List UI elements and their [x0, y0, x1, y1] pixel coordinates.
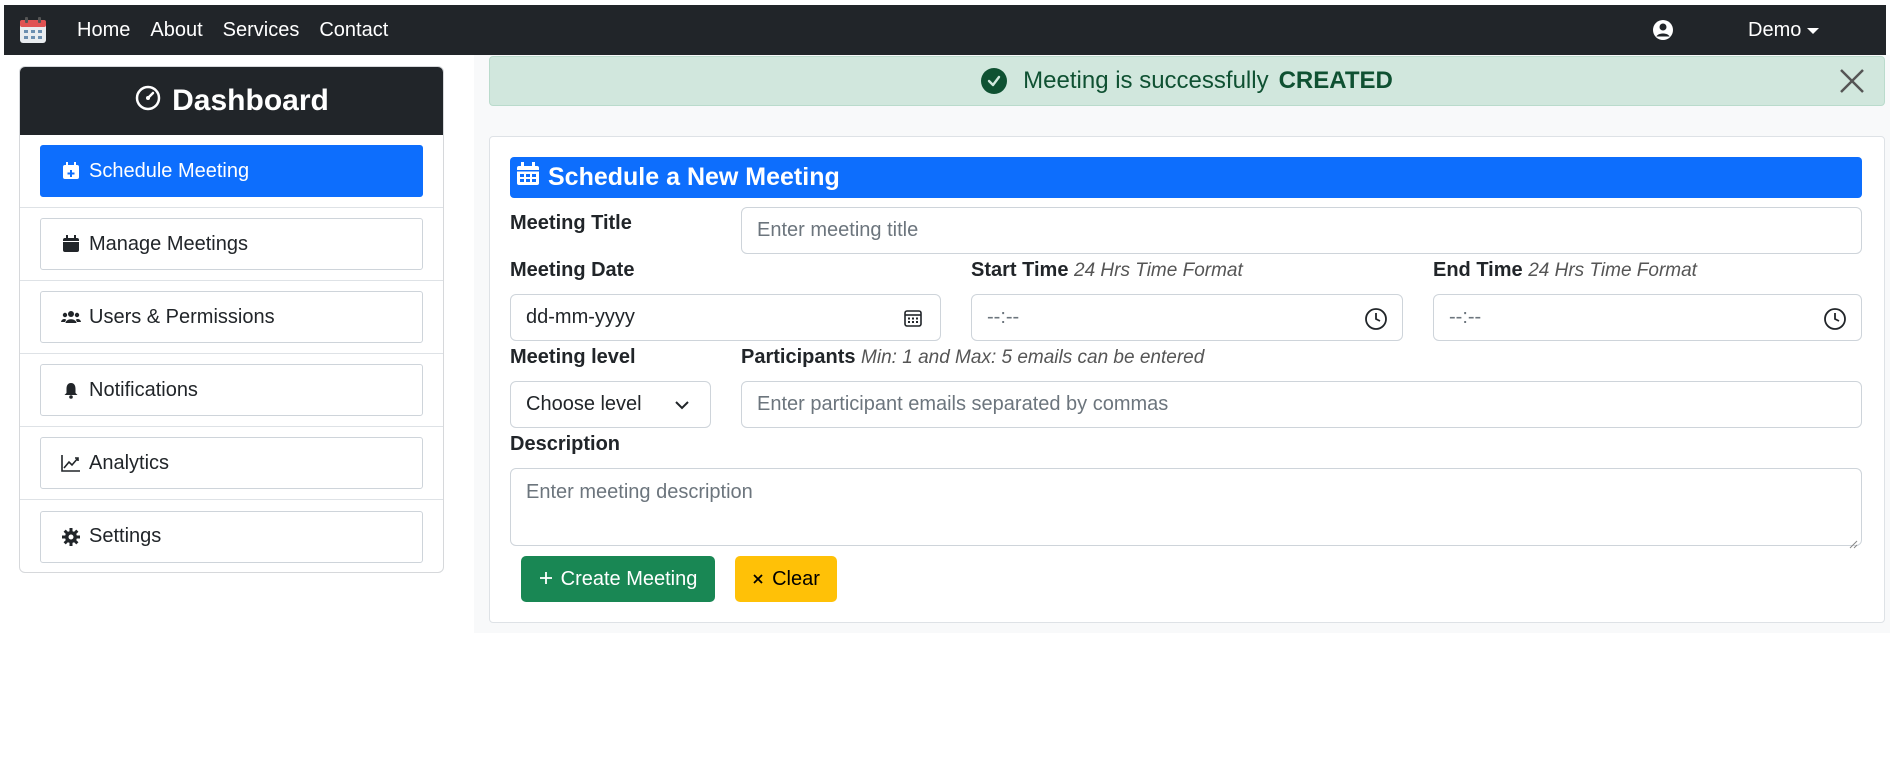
sidebar-title: Dashboard	[172, 84, 329, 117]
success-alert: Meeting is successfully CREATED	[489, 56, 1885, 106]
clear-label: Clear	[772, 567, 820, 590]
sidebar-item-label: Notifications	[89, 378, 198, 401]
nav-contact-link[interactable]: Contact	[309, 5, 398, 55]
end-time-hint: 24 Hrs Time Format	[1528, 260, 1697, 281]
schedule-meeting-card: Schedule a New Meeting Meeting Title Ent…	[489, 136, 1885, 623]
user-circle-icon[interactable]	[1652, 19, 1674, 41]
calendar-picker-icon[interactable]	[902, 307, 924, 329]
start-time-label: Start Time 24 Hrs Time Format	[971, 259, 1243, 281]
sidebar-item-label: Settings	[89, 525, 162, 547]
description-label: Description	[510, 433, 621, 455]
participants-label: Participants Min: 1 and Max: 5 emails ca…	[741, 346, 1205, 368]
description-textarea[interactable]: Enter meeting description	[510, 468, 1862, 549]
meeting-level-label: Meeting level	[510, 346, 636, 368]
check-circle-icon	[981, 68, 1008, 94]
description-placeholder: Enter meeting description	[526, 481, 753, 503]
meeting-level-select[interactable]: Choose level	[510, 381, 711, 428]
close-icon[interactable]	[1836, 65, 1868, 97]
end-time-input[interactable]: --:--	[1433, 294, 1862, 341]
meeting-title-input[interactable]: Enter meeting title	[741, 207, 1862, 254]
create-meeting-label: Create Meeting	[560, 567, 698, 590]
clock-icon[interactable]	[1364, 307, 1387, 330]
sidebar-item-notifications[interactable]: Notifications	[40, 364, 423, 416]
chevron-down-icon	[672, 395, 694, 417]
nav-services-link[interactable]: Services	[213, 5, 310, 55]
sidebar-item-users-permissions[interactable]: Users & Permissions	[40, 291, 423, 343]
sidebar-row: Users & Permissions	[20, 281, 443, 354]
create-meeting-button[interactable]: Create Meeting	[521, 556, 715, 602]
start-time-hint: 24 Hrs Time Format	[1074, 260, 1243, 281]
nav-about-link[interactable]: About	[140, 5, 212, 55]
calendar-plus-icon	[61, 161, 81, 181]
sidebar-row: Notifications	[20, 354, 443, 427]
participants-hint: Min: 1 and Max: 5 emails can be entered	[861, 347, 1205, 368]
x-icon	[752, 568, 764, 591]
user-dropdown[interactable]: Demo	[1748, 5, 1820, 55]
clock-icon[interactable]	[1823, 307, 1846, 330]
sidebar-item-label: Schedule Meeting	[89, 159, 250, 182]
sidebar-item-settings[interactable]: Settings	[40, 510, 423, 563]
gear-icon	[61, 527, 81, 547]
bell-icon	[61, 380, 81, 400]
alert-message: Meeting is successfully	[1023, 67, 1269, 94]
chart-line-icon	[61, 453, 81, 473]
form-title: Schedule a New Meeting	[548, 163, 840, 191]
participants-placeholder: Enter participant emails separated by co…	[757, 393, 1169, 415]
sidebar-item-analytics[interactable]: Analytics	[40, 437, 423, 489]
gauge-icon	[134, 83, 162, 119]
participants-input[interactable]: Enter participant emails separated by co…	[741, 381, 1862, 428]
nav-home-link[interactable]: Home	[67, 5, 140, 55]
users-icon	[61, 307, 81, 327]
plus-icon	[539, 568, 553, 591]
start-time-input[interactable]: --:--	[971, 294, 1403, 341]
sidebar-row: Manage Meetings	[20, 208, 443, 281]
start-time-value: --:--	[987, 306, 1020, 328]
alert-emphasis: CREATED	[1278, 67, 1393, 94]
sidebar-item-label: Users & Permissions	[89, 305, 275, 328]
sidebar-item-label: Manage Meetings	[89, 232, 248, 255]
sidebar-item-label: Analytics	[89, 451, 170, 474]
meeting-level-value: Choose level	[526, 393, 642, 415]
calendar-icon	[61, 234, 81, 254]
user-name: Demo	[1748, 19, 1802, 41]
form-title-bar: Schedule a New Meeting	[510, 157, 1862, 198]
nav-links: Home About Services Contact	[67, 5, 398, 55]
meeting-date-label: Meeting Date	[510, 259, 635, 281]
caret-down-icon	[1807, 28, 1820, 34]
end-time-label: End Time 24 Hrs Time Format	[1433, 259, 1697, 281]
meeting-date-value: dd-mm-yyyy	[526, 306, 635, 328]
sidebar-row: Schedule Meeting	[20, 135, 443, 208]
sidebar-header: Dashboard	[20, 67, 443, 135]
sidebar-item-schedule-meeting[interactable]: Schedule Meeting	[40, 145, 423, 197]
meeting-date-input[interactable]: dd-mm-yyyy	[510, 294, 941, 341]
end-time-value: --:--	[1449, 306, 1482, 328]
top-navbar: Home About Services Contact Demo	[4, 5, 1886, 55]
meeting-title-label: Meeting Title	[510, 212, 632, 234]
sidebar-row: Settings	[20, 500, 443, 572]
resize-handle-icon[interactable]	[1848, 532, 1858, 549]
sidebar-item-manage-meetings[interactable]: Manage Meetings	[40, 218, 423, 270]
meeting-title-placeholder: Enter meeting title	[757, 219, 919, 241]
clear-button[interactable]: Clear	[735, 556, 837, 602]
sidebar-row: Analytics	[20, 427, 443, 500]
sidebar: Dashboard Schedule Meeting Manage Meetin…	[19, 66, 444, 573]
calendar-logo-icon[interactable]	[18, 15, 48, 45]
calendar-days-icon	[516, 162, 540, 193]
